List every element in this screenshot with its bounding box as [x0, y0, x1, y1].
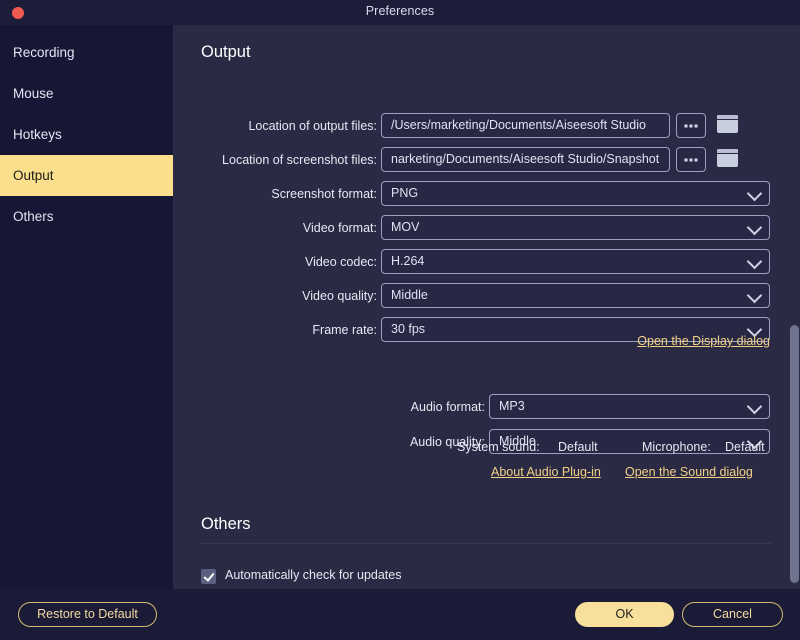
folder-icon[interactable]	[717, 115, 738, 133]
ellipsis-icon	[685, 124, 698, 127]
screenshot-format-value: PNG	[391, 182, 418, 205]
row-video-format: Video format: MOV	[173, 215, 800, 241]
row-video-quality: Video quality: Middle	[173, 283, 800, 309]
open-sound-dialog-link[interactable]: Open the Sound dialog	[625, 465, 753, 479]
sidebar-item-mouse[interactable]: Mouse	[0, 73, 173, 114]
video-codec-value: H.264	[391, 250, 424, 273]
footer-bar: Restore to Default OK Cancel	[0, 589, 800, 640]
audio-format-select[interactable]: MP3	[489, 394, 770, 419]
chevron-down-icon	[749, 222, 760, 233]
output-location-browse-button[interactable]	[676, 113, 706, 138]
microphone-label: Microphone:	[642, 440, 711, 454]
screenshot-location-input[interactable]: narketing/Documents/Aiseesoft Studio/Sna…	[381, 147, 670, 172]
others-section-heading: Others	[201, 515, 251, 534]
ok-button[interactable]: OK	[575, 602, 674, 627]
video-quality-value: Middle	[391, 284, 428, 307]
video-format-label: Video format:	[303, 215, 377, 241]
audio-format-label: Audio format:	[411, 394, 485, 420]
sidebar: Recording Mouse Hotkeys Output Others	[0, 25, 173, 589]
chevron-down-icon	[749, 256, 760, 267]
about-audio-plugin-link[interactable]: About Audio Plug-in	[491, 465, 601, 479]
sidebar-item-output[interactable]: Output	[0, 155, 173, 196]
main-panel: Output Location of output files: /Users/…	[173, 25, 800, 589]
auto-update-label: Automatically check for updates	[225, 568, 401, 582]
frame-rate-label: Frame rate:	[312, 317, 377, 343]
system-sound-value: Default	[558, 440, 598, 454]
sidebar-item-label: Recording	[13, 45, 75, 60]
video-format-select[interactable]: MOV	[381, 215, 770, 240]
checkbox-checked-icon[interactable]	[201, 569, 216, 584]
title-bar: Preferences	[0, 0, 800, 25]
sidebar-item-hotkeys[interactable]: Hotkeys	[0, 114, 173, 155]
output-location-label: Location of output files:	[248, 113, 377, 139]
video-codec-label: Video codec:	[305, 249, 377, 275]
row-screenshot-format: Screenshot format: PNG	[173, 181, 800, 207]
restore-to-default-button[interactable]: Restore to Default	[18, 602, 157, 627]
microphone-value: Default	[725, 440, 765, 454]
scrollbar[interactable]	[788, 25, 800, 589]
scrollbar-thumb[interactable]	[790, 325, 799, 583]
sidebar-item-label: Hotkeys	[13, 127, 62, 142]
folder-icon[interactable]	[717, 149, 738, 167]
output-location-input[interactable]: /Users/marketing/Documents/Aiseesoft Stu…	[381, 113, 670, 138]
chevron-down-icon	[749, 401, 760, 412]
sidebar-item-label: Others	[13, 209, 54, 224]
chevron-down-icon	[749, 188, 760, 199]
cancel-button[interactable]: Cancel	[682, 602, 783, 627]
row-output-location: Location of output files: /Users/marketi…	[173, 113, 800, 139]
ellipsis-icon	[685, 158, 698, 161]
video-format-value: MOV	[391, 216, 419, 239]
audio-format-value: MP3	[499, 395, 525, 418]
sidebar-item-recording[interactable]: Recording	[0, 32, 173, 73]
screenshot-format-label: Screenshot format:	[271, 181, 377, 207]
section-divider	[201, 543, 771, 544]
screenshot-location-browse-button[interactable]	[676, 147, 706, 172]
chevron-down-icon	[749, 290, 760, 301]
preferences-window: Preferences Recording Mouse Hotkeys Outp…	[0, 0, 800, 640]
screenshot-location-label: Location of screenshot files:	[222, 147, 377, 173]
row-video-codec: Video codec: H.264	[173, 249, 800, 275]
open-display-dialog-link[interactable]: Open the Display dialog	[637, 334, 770, 348]
video-quality-select[interactable]: Middle	[381, 283, 770, 308]
screenshot-location-value: narketing/Documents/Aiseesoft Studio/Sna…	[391, 148, 659, 171]
window-title: Preferences	[0, 4, 800, 18]
row-audio-format: Audio format: MP3	[173, 394, 800, 420]
video-quality-label: Video quality:	[302, 283, 377, 309]
row-screenshot-location: Location of screenshot files: narketing/…	[173, 147, 800, 173]
sidebar-item-others[interactable]: Others	[0, 196, 173, 237]
frame-rate-value: 30 fps	[391, 318, 425, 341]
sidebar-item-label: Output	[13, 168, 54, 183]
video-codec-select[interactable]: H.264	[381, 249, 770, 274]
output-section-heading: Output	[201, 43, 251, 62]
output-location-value: /Users/marketing/Documents/Aiseesoft Stu…	[391, 114, 646, 137]
sidebar-item-label: Mouse	[13, 86, 54, 101]
system-sound-label: System sound:	[457, 440, 540, 454]
screenshot-format-select[interactable]: PNG	[381, 181, 770, 206]
